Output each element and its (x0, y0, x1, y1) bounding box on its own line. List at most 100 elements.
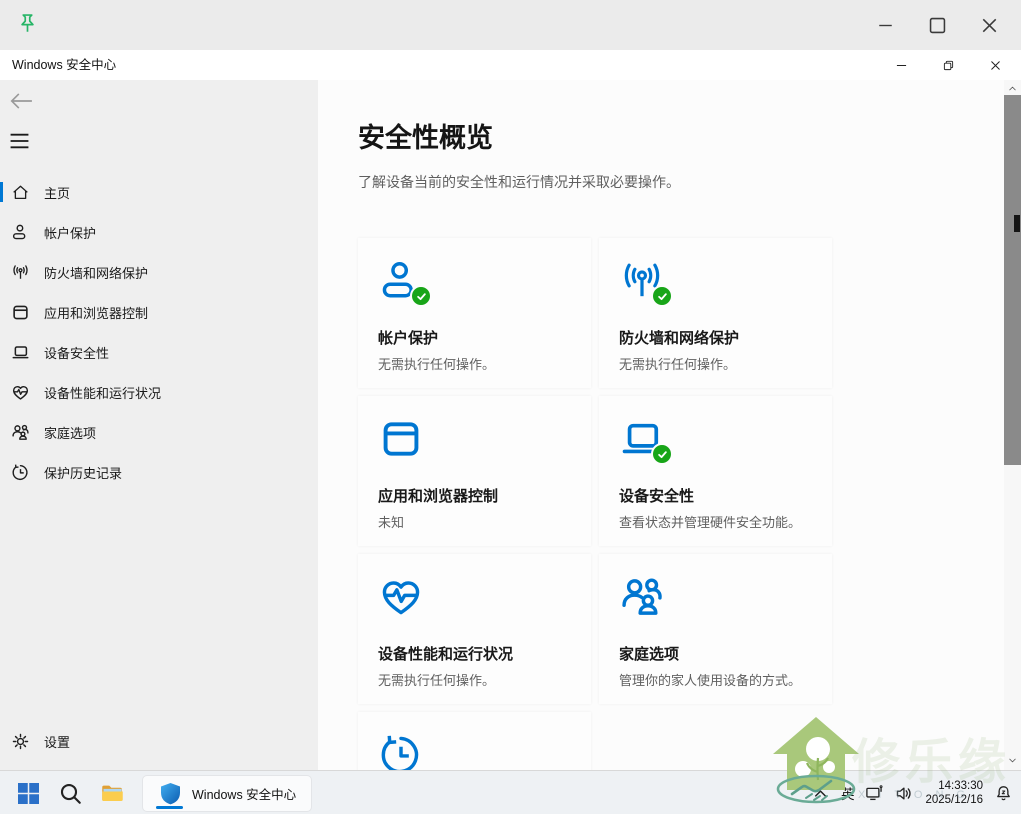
network-antenna-icon (11, 263, 30, 282)
mouse-cursor (1014, 215, 1020, 232)
sidebar-item-firewall-network[interactable]: 防火墙和网络保护 (0, 252, 318, 292)
scrollbar-up-icon[interactable] (1007, 83, 1018, 94)
sidebar-item-label: 保护历史记录 (44, 463, 122, 482)
card-title: 应用和浏览器控制 (378, 485, 571, 506)
sidebar-item-settings[interactable]: 设置 (0, 721, 318, 761)
sidebar-item-label: 应用和浏览器控制 (44, 303, 148, 322)
overlay-window-controls (859, 0, 1015, 50)
sidebar-item-app-browser-control[interactable]: 应用和浏览器控制 (0, 292, 318, 332)
screen: Windows 安全中心 主页 帐户保护 (0, 0, 1021, 814)
card-status: 无需执行任何操作。 (378, 670, 571, 689)
security-cards-grid: 帐户保护 无需执行任何操作。 防火墙和网络保护 无需执行任何操作。 应用和浏览 (358, 238, 832, 770)
taskbar-app-button-windows-security[interactable]: Windows 安全中心 (142, 775, 312, 812)
search-icon[interactable] (58, 781, 83, 806)
heart-pulse-icon (11, 383, 30, 402)
scrollbar-down-icon[interactable] (1007, 755, 1018, 766)
pushpin-icon[interactable] (14, 11, 41, 38)
system-tray: 英 14:33:30 2025/12/16 (811, 771, 1013, 814)
sidebar-item-label: 设备性能和运行状况 (44, 383, 161, 402)
app-title: Windows 安全中心 (12, 50, 116, 80)
taskbar-left: Windows 安全中心 (16, 771, 312, 814)
card-status: 无需执行任何操作。 (378, 354, 571, 373)
card-status: 管理你的家人使用设备的方式。 (619, 670, 812, 689)
ime-indicator[interactable]: 英 (841, 783, 855, 803)
sidebar-item-label: 防火墙和网络保护 (44, 263, 148, 282)
bell-dnd-icon[interactable] (994, 784, 1013, 803)
tray-time: 14:33:30 (925, 779, 983, 793)
page-subtitle: 了解设备当前的安全性和运行情况并采取必要操作。 (358, 172, 680, 192)
card-app-browser-control[interactable]: 应用和浏览器控制 未知 (358, 396, 591, 546)
sidebar-item-label: 帐户保护 (44, 223, 96, 242)
sidebar-item-account-protection[interactable]: 帐户保护 (0, 212, 318, 252)
active-app-indicator (156, 806, 183, 809)
sidebar-item-label: 主页 (44, 183, 70, 202)
green-check-badge (651, 443, 673, 465)
app-restore-button[interactable] (925, 50, 972, 80)
selected-indicator (0, 182, 3, 202)
app-window-icon (11, 303, 30, 322)
sidebar-item-label: 设置 (44, 732, 70, 751)
app-titlebar: Windows 安全中心 (0, 50, 1021, 80)
green-check-badge (410, 285, 432, 307)
green-check-badge (651, 285, 673, 307)
family-icon (11, 423, 30, 442)
sidebar-item-label: 家庭选项 (44, 423, 96, 442)
taskbar: Windows 安全中心 英 14:33:30 2025/12/16 (0, 770, 1021, 814)
card-protection-history[interactable] (358, 712, 591, 770)
history-clock-icon (378, 732, 424, 770)
home-icon (11, 183, 30, 202)
sidebar-item-device-performance[interactable]: 设备性能和运行状况 (0, 372, 318, 412)
card-status: 查看状态并管理硬件安全功能。 (619, 512, 812, 531)
card-account-protection[interactable]: 帐户保护 无需执行任何操作。 (358, 238, 591, 388)
main-content: 安全性概览 了解设备当前的安全性和运行情况并采取必要操作。 帐户保护 无需执行任… (318, 80, 1004, 770)
vertical-scrollbar (1004, 80, 1021, 770)
card-title: 设备性能和运行状况 (378, 643, 571, 664)
app-window-controls (878, 50, 1019, 80)
sidebar-item-home[interactable]: 主页 (0, 172, 318, 212)
windows-start-icon[interactable] (16, 781, 41, 806)
sidebar-nav: 主页 帐户保护 防火墙和网络保护 应用和浏览器控制 (0, 172, 318, 492)
overlay-maximize-button[interactable] (911, 0, 963, 50)
back-arrow-icon[interactable] (9, 92, 33, 110)
hamburger-menu-icon[interactable] (9, 132, 30, 150)
page-title: 安全性概览 (358, 116, 493, 155)
heart-pulse-icon (378, 574, 424, 620)
app-window-icon (378, 416, 424, 462)
defender-shield-icon (158, 781, 183, 806)
taskbar-clock[interactable]: 14:33:30 2025/12/16 (925, 779, 983, 807)
card-status: 未知 (378, 512, 571, 531)
sidebar-item-label: 设备安全性 (44, 343, 109, 362)
sidebar-item-family-options[interactable]: 家庭选项 (0, 412, 318, 452)
history-clock-icon (11, 463, 30, 482)
tray-date: 2025/12/16 (925, 793, 983, 807)
overlay-minimize-button[interactable] (859, 0, 911, 50)
family-icon (619, 574, 665, 620)
chevron-up-icon[interactable] (811, 784, 830, 803)
sidebar-settings: 设置 (0, 721, 318, 761)
card-device-security[interactable]: 设备安全性 查看状态并管理硬件安全功能。 (599, 396, 832, 546)
card-status: 无需执行任何操作。 (619, 354, 812, 373)
gear-icon (11, 732, 30, 751)
scrollbar-thumb[interactable] (1004, 95, 1021, 465)
overlay-close-button[interactable] (963, 0, 1015, 50)
card-title: 防火墙和网络保护 (619, 327, 812, 348)
taskbar-app-label: Windows 安全中心 (192, 784, 296, 803)
speaker-icon[interactable] (895, 784, 914, 803)
app-window-body: 主页 帐户保护 防火墙和网络保护 应用和浏览器控制 (0, 80, 1021, 770)
app-minimize-button[interactable] (878, 50, 925, 80)
sidebar-item-device-security[interactable]: 设备安全性 (0, 332, 318, 372)
laptop-icon (11, 343, 30, 362)
card-title: 帐户保护 (378, 327, 571, 348)
app-close-button[interactable] (972, 50, 1019, 80)
card-family-options[interactable]: 家庭选项 管理你的家人使用设备的方式。 (599, 554, 832, 704)
card-title: 设备安全性 (619, 485, 812, 506)
card-device-performance[interactable]: 设备性能和运行状况 无需执行任何操作。 (358, 554, 591, 704)
card-title: 家庭选项 (619, 643, 812, 664)
person-icon (11, 223, 30, 242)
sidebar: 主页 帐户保护 防火墙和网络保护 应用和浏览器控制 (0, 80, 318, 770)
card-firewall-network[interactable]: 防火墙和网络保护 无需执行任何操作。 (599, 238, 832, 388)
display-connect-icon[interactable] (865, 784, 884, 803)
sidebar-item-protection-history[interactable]: 保护历史记录 (0, 452, 318, 492)
file-explorer-folder-icon[interactable] (100, 781, 125, 806)
overlay-window-titlebar (0, 0, 1021, 50)
